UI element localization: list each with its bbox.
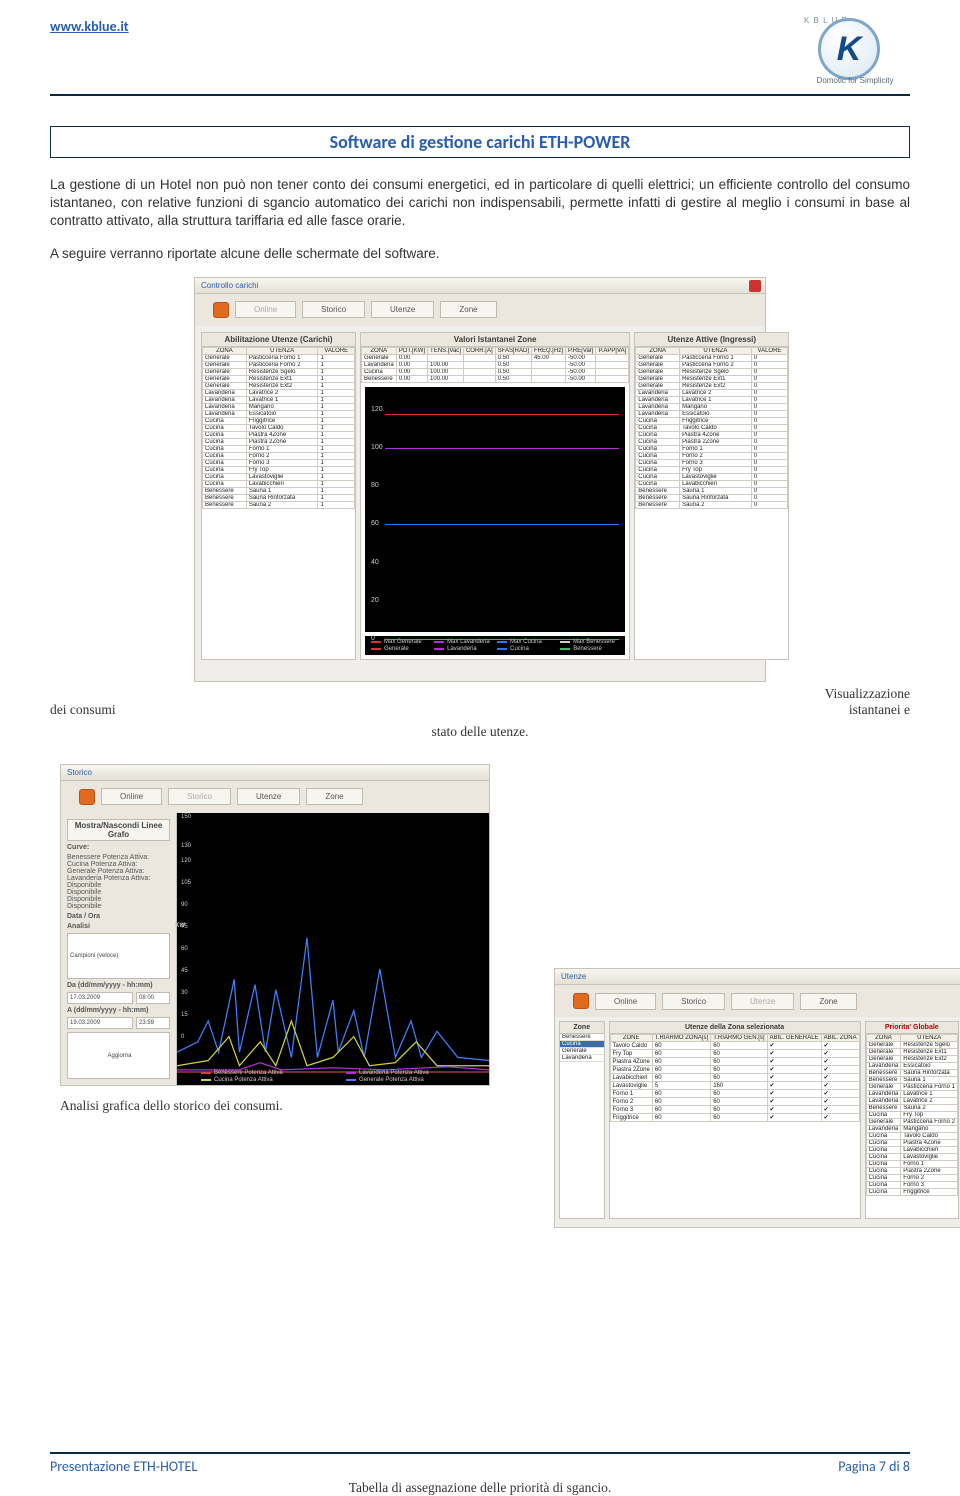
screenshot-controllo-carichi: Controllo carichi Online Storico Utenze …: [194, 277, 766, 682]
panel-abilitazione-header: Abilitazione Utenze (Carichi): [202, 333, 355, 347]
close-icon[interactable]: [749, 280, 761, 292]
curve-toggle[interactable]: Generale Potenza Attiva:: [67, 868, 170, 875]
chart-storico: Benessere Potenza AttivaLavanderia Poten…: [177, 813, 489, 1085]
table-valori: ZONAPOT.[KW]TENS.[Vac]CORR.[A]SFAS[RAD]F…: [361, 347, 629, 383]
caption-left: dei consumi: [50, 702, 116, 718]
tab-utenze[interactable]: Utenze: [731, 993, 794, 1010]
caption-priorita: Tabella di assegnazione delle priorità d…: [50, 1480, 910, 1496]
tab-online[interactable]: Online: [595, 993, 656, 1010]
storico-sidebar: Mostra/Nascondi Linee Grafo Curve: Benes…: [61, 813, 177, 1085]
tab-online[interactable]: Online: [101, 788, 162, 805]
power-icon[interactable]: [213, 302, 229, 318]
table-priorita: ZONAUTENZAGeneraleResistenze SgeloGenera…: [866, 1034, 958, 1196]
curve-toggle[interactable]: Benessere Potenza Attiva:: [67, 854, 170, 861]
paragraph-intro: La gestione di un Hotel non può non tene…: [50, 176, 910, 231]
paragraph-followup: A seguire verranno riportate alcune dell…: [50, 245, 910, 263]
footer-left: Presentazione ETH-HOTEL: [50, 1458, 197, 1475]
da-label: Da (dd/mm/yyyy - hh:mm): [67, 982, 170, 989]
curve-toggle[interactable]: Disponibile: [67, 889, 170, 896]
tab-storico[interactable]: Storico: [168, 788, 231, 805]
header-url[interactable]: www.kblue.it: [50, 18, 129, 35]
tab-zone[interactable]: Zone: [306, 788, 362, 805]
panel-utenze-zona-header: Utenze della Zona selezionata: [610, 1022, 860, 1034]
power-icon[interactable]: [79, 789, 95, 805]
panel-utenze-attive-header: Utenze Attive (Ingressi): [635, 333, 788, 347]
analisi-select[interactable]: Campioni (veloce): [67, 933, 170, 980]
curve-toggle[interactable]: Disponibile: [67, 903, 170, 910]
tab-utenze[interactable]: Utenze: [237, 788, 300, 805]
curve-toggle[interactable]: Cucina Potenza Attiva:: [67, 861, 170, 868]
a-label: A (dd/mm/yyyy - hh:mm): [67, 1007, 170, 1014]
curves-hd: Curve:: [67, 844, 170, 851]
panel-zone-header: Zone: [560, 1022, 604, 1034]
footer-right: Pagina 7 di 8: [838, 1458, 910, 1475]
table-utenze-attive: ZONAUTENZAVALOREGeneralePasticceria Forn…: [635, 347, 788, 509]
tab-zone[interactable]: Zone: [800, 993, 856, 1010]
chart-valori-zone: 120100806040200: [365, 387, 625, 632]
screenshot-utenze: Utenze Online Storico Utenze Zone Zone B…: [554, 968, 960, 1228]
analisi-hd: Analisi: [67, 923, 170, 930]
chart-storico-legend: Benessere Potenza AttivaLavanderia Poten…: [201, 1070, 485, 1083]
zone-list[interactable]: BenessereCucinaGeneraleLavanderia: [560, 1034, 604, 1062]
tab-storico[interactable]: Storico: [302, 301, 365, 318]
date-hd: Data / Ora: [67, 913, 170, 920]
da-date-input[interactable]: 17.03.2009: [67, 992, 133, 1004]
da-time-input[interactable]: 08:00: [136, 992, 170, 1004]
aggiorna-button[interactable]: Aggiorna: [67, 1032, 170, 1079]
header-rule: [50, 94, 910, 96]
panel-priorita-header: Priorita' Globale: [866, 1022, 958, 1034]
window-title-storico: Storico: [67, 768, 92, 777]
table-utenze-zona: ZONET.RIARMO ZONA[s]T.RIARMO GEN.[s]ABIL…: [610, 1034, 860, 1122]
tab-storico[interactable]: Storico: [662, 993, 725, 1010]
sidebar-hd[interactable]: Mostra/Nascondi Linee Grafo: [67, 819, 170, 841]
caption-right: Visualizzazioneistantanei e: [825, 686, 910, 718]
page-title: Software di gestione carichi ETH-POWER: [50, 126, 910, 158]
curve-toggle[interactable]: Disponibile: [67, 882, 170, 889]
caption-center: stato delle utenze.: [50, 724, 910, 740]
a-time-input[interactable]: 23:59: [136, 1017, 170, 1029]
power-icon[interactable]: [573, 993, 589, 1009]
logo-tagline: Domotic for Simplicity: [800, 76, 910, 85]
window-title: Controllo carichi: [201, 281, 258, 290]
logo-k-icon: K: [837, 30, 862, 69]
curve-toggle[interactable]: Lavanderia Potenza Attiva:: [67, 875, 170, 882]
a-date-input[interactable]: 19.03.2009: [67, 1017, 133, 1029]
tab-online[interactable]: Online: [235, 301, 296, 318]
screenshot-storico: Storico Online Storico Utenze Zone Mostr…: [60, 764, 490, 1086]
tab-zone[interactable]: Zone: [440, 301, 496, 318]
tab-utenze[interactable]: Utenze: [371, 301, 434, 318]
table-abilitazione: ZONAUTENZAVALOREGeneralePasticceria Forn…: [202, 347, 355, 509]
logo: K B L U E K Domotic for Simplicity: [800, 18, 910, 83]
panel-valori-header: Valori Istantanei Zone: [361, 333, 629, 347]
curve-toggle[interactable]: Disponibile: [67, 896, 170, 903]
window-title-utenze: Utenze: [561, 972, 586, 981]
